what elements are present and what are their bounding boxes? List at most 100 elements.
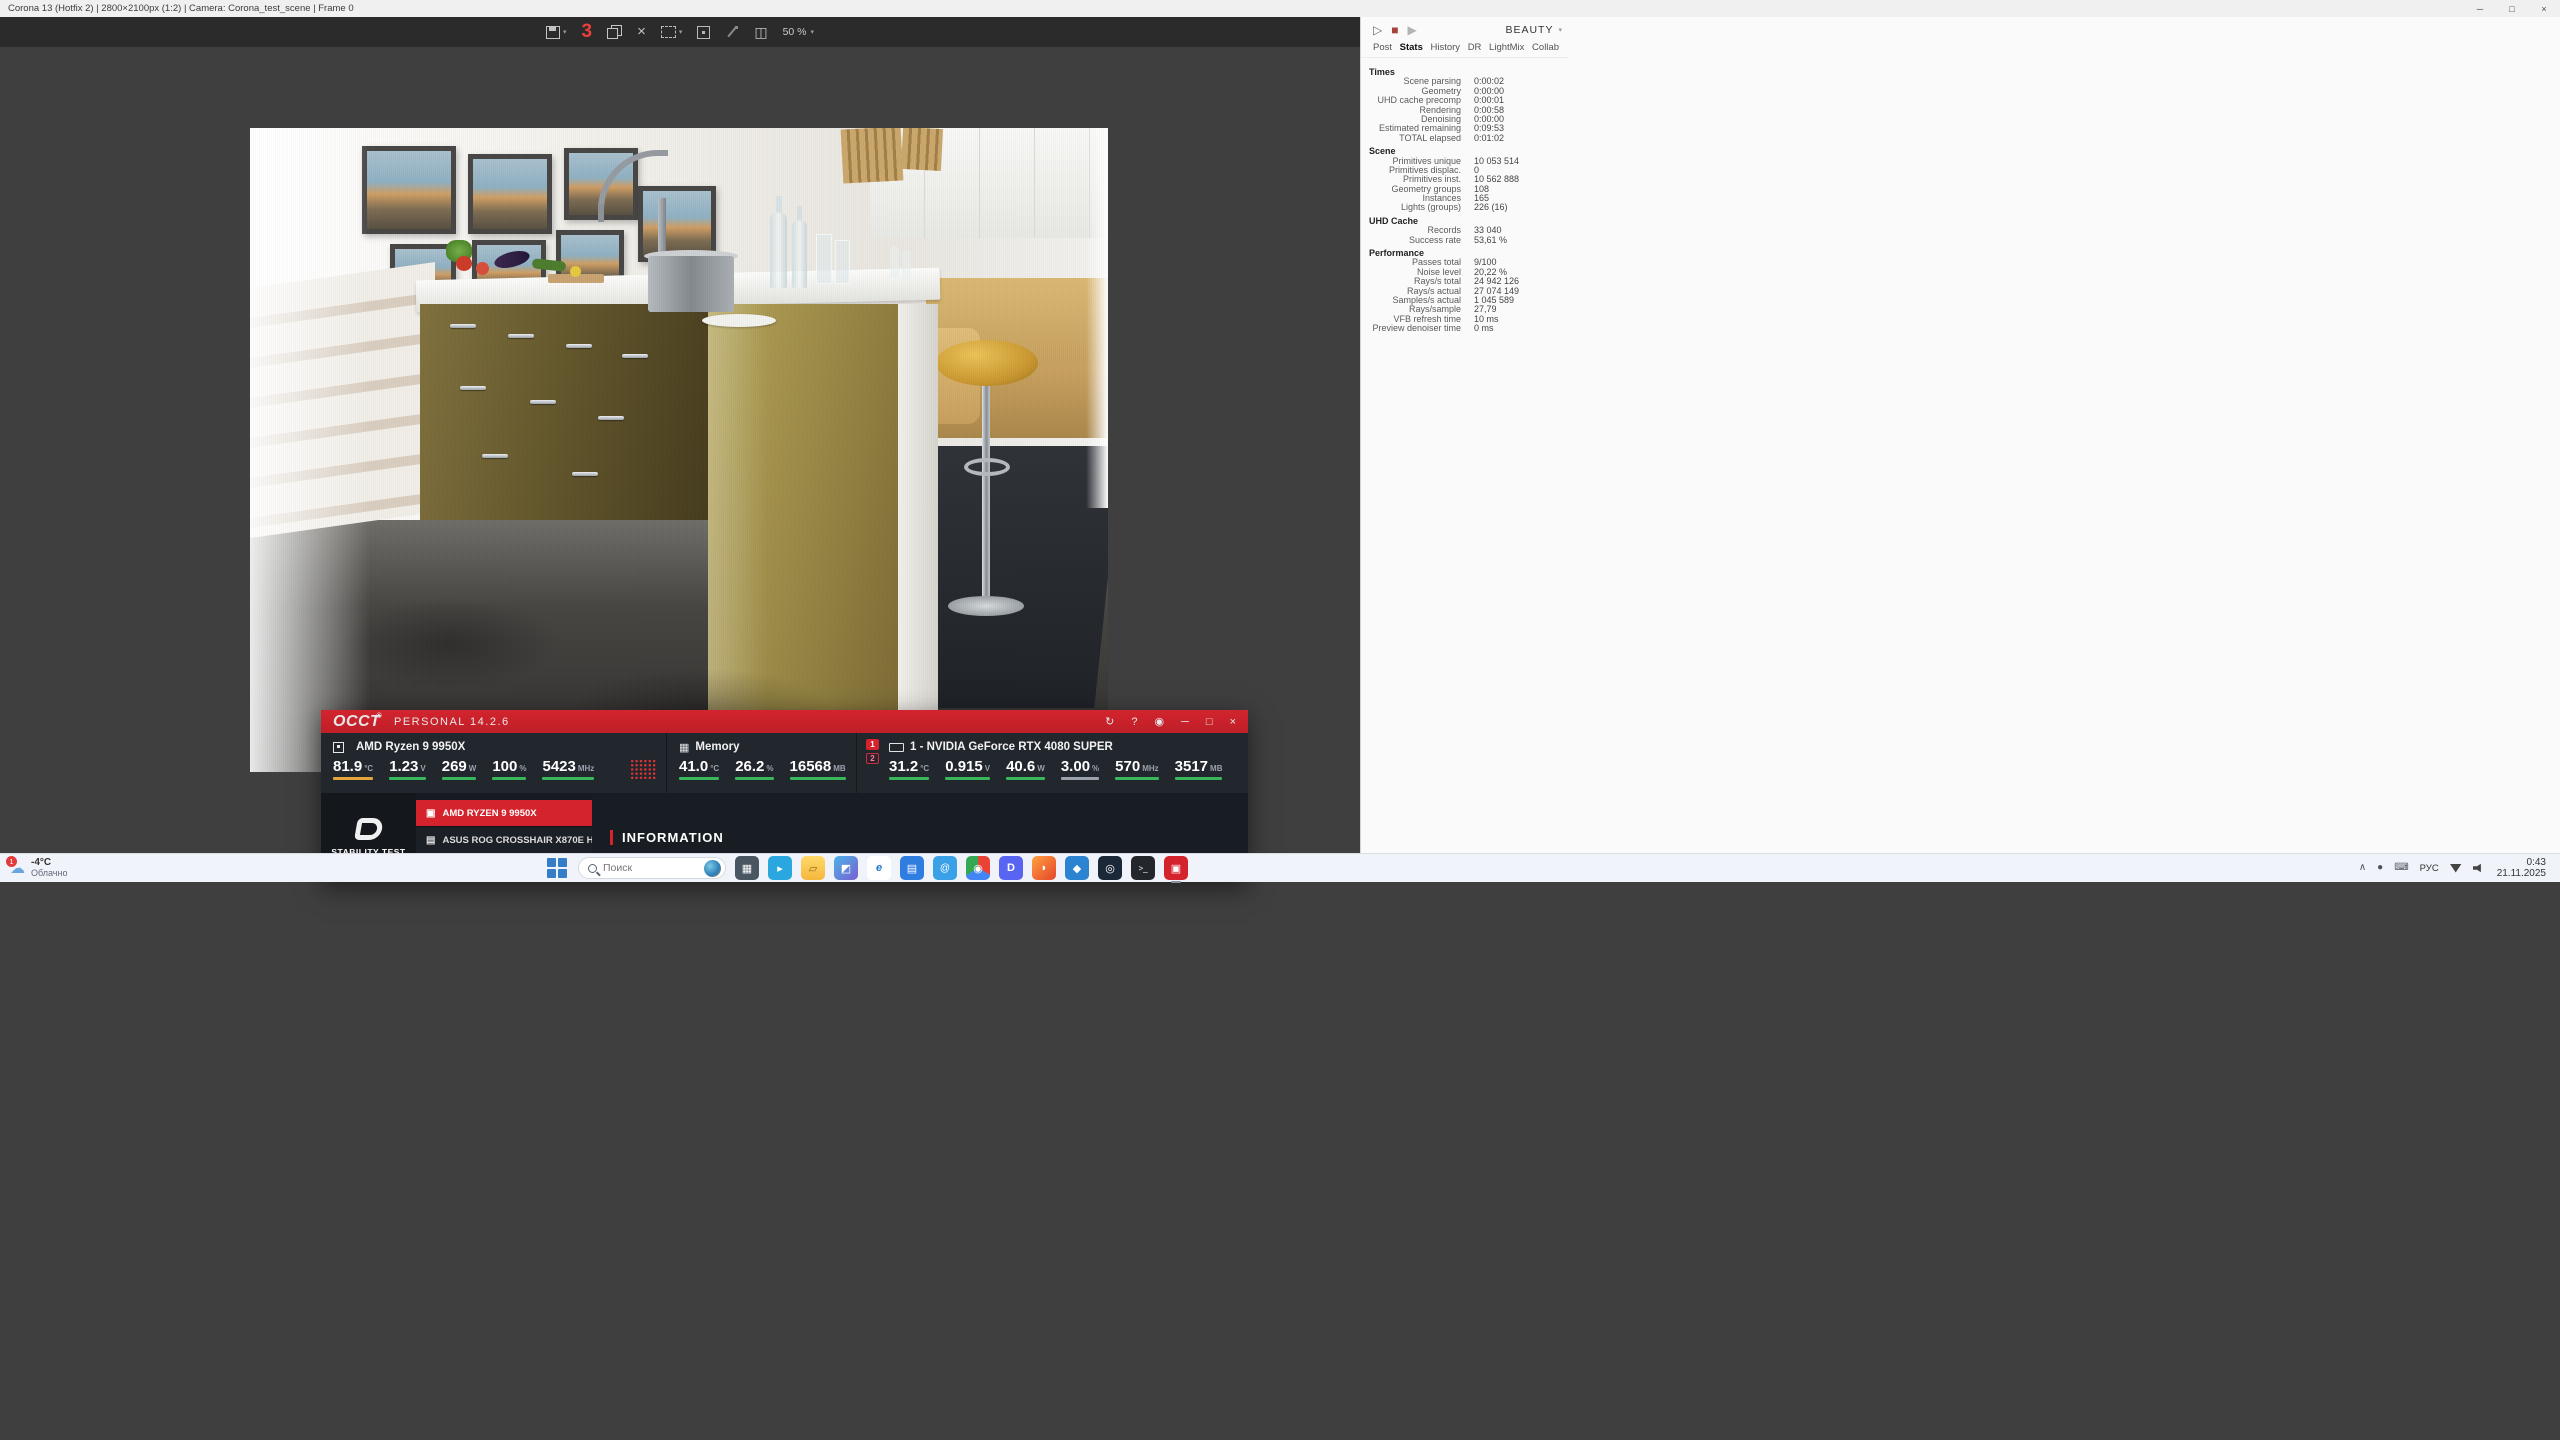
caret-down-icon: ▾ xyxy=(811,28,815,36)
memory-metric: 41.0°C xyxy=(679,758,719,780)
discord-icon[interactable]: D xyxy=(999,856,1023,880)
mail-icon[interactable]: @ xyxy=(933,856,957,880)
close-icon[interactable]: × xyxy=(2528,0,2560,17)
stat-label: Lights (groups) xyxy=(1369,203,1461,213)
vfb-tab[interactable]: DR xyxy=(1468,42,1482,53)
stat-row: Lights (groups) 226 (16) xyxy=(1369,203,2560,212)
stat-value: 10 053 514 xyxy=(1474,157,1519,167)
vfb-tab[interactable]: Collab xyxy=(1532,42,1559,53)
vfb-tab[interactable]: History xyxy=(1431,42,1461,53)
occt-edition-label: PERSONAL 14.2.6 xyxy=(394,716,510,728)
pass-counter: 3 xyxy=(581,21,592,43)
gpu-badge-list: 12 xyxy=(866,739,879,764)
accent-bar xyxy=(610,830,613,845)
stat-row: TOTAL elapsed 0:01:02 xyxy=(1369,134,2560,143)
gpu-badge[interactable]: 1 xyxy=(866,739,879,750)
split-view-icon: ◫ xyxy=(754,25,767,39)
stat-row: Rays/s total 24 942 126 xyxy=(1369,277,2560,286)
occt-taskbar-icon[interactable]: ▣ xyxy=(1164,856,1188,880)
clear-vfb-button[interactable]: × xyxy=(637,25,646,39)
stat-row: Records 33 040 xyxy=(1369,226,2560,235)
maximize-icon[interactable]: □ xyxy=(2496,0,2528,17)
stat-row: Performance xyxy=(1369,249,2560,258)
zoom-level-dropdown[interactable]: 50 %▾ xyxy=(783,26,814,38)
stat-row: UHD cache precomp 0:00:01 xyxy=(1369,96,2560,105)
memory-name: Memory xyxy=(695,741,739,753)
tray-app-icon[interactable]: ● xyxy=(2377,863,2383,873)
start-render-icon[interactable]: ▷ xyxy=(1373,24,1382,36)
telegram-icon[interactable]: ▸ xyxy=(768,856,792,880)
occt-minimize-icon[interactable]: ─ xyxy=(1181,716,1189,728)
region-render-button[interactable]: ▾ xyxy=(661,26,683,38)
keyboard-tray-icon[interactable]: ⌨ xyxy=(2394,863,2408,873)
stat-row: Times xyxy=(1369,68,2560,77)
edge-icon[interactable]: e xyxy=(867,856,891,880)
minimize-icon[interactable]: ─ xyxy=(2464,0,2496,17)
search-daily-image xyxy=(704,860,721,877)
window-title: Corona 13 (Hotfix 2) | 2800×2100px (1:2)… xyxy=(0,3,354,14)
file-explorer-icon[interactable]: ▱ xyxy=(801,856,825,880)
occt-menu-item[interactable]: ▤ ASUS ROG CROSSHAIR X870E HERO xyxy=(416,827,592,854)
duplicate-buffer-button[interactable] xyxy=(607,25,622,39)
desktop: Corona 13 (Hotfix 2) | 2800×2100px (1:2)… xyxy=(0,0,2560,1440)
chrome-icon[interactable]: ◉ xyxy=(966,856,990,880)
metric-bar xyxy=(542,777,594,780)
occt-close-icon[interactable]: × xyxy=(1230,716,1236,728)
cpu-metric: 1.23V xyxy=(389,758,426,780)
resume-render-icon[interactable]: ▶ xyxy=(1407,24,1416,36)
search-box[interactable] xyxy=(578,857,726,879)
wifi-icon[interactable] xyxy=(2450,864,2462,873)
gpu-name: 1 - NVIDIA GeForce RTX 4080 SUPER xyxy=(910,741,1113,753)
stat-value: 226 (16) xyxy=(1474,203,1508,213)
metric-bar xyxy=(442,777,477,780)
occt-menu-item[interactable]: ▣ AMD RYZEN 9 9950X xyxy=(416,800,592,827)
weather-temp: -4°C xyxy=(31,858,67,868)
corona-titlebar: Corona 13 (Hotfix 2) | 2800×2100px (1:2)… xyxy=(0,0,2560,17)
save-image-button[interactable]: ▾ xyxy=(546,26,567,39)
occt-screenshot-icon[interactable]: ◉ xyxy=(1155,715,1165,728)
occt-logo: OCCT® xyxy=(333,713,382,731)
occt-titlebar[interactable]: OCCT® PERSONAL 14.2.6 ↻? ◉ ─ □ × xyxy=(321,710,1248,733)
occt-monitor-strip: AMD Ryzen 9 9950X 81.9°C 1.23V xyxy=(321,733,1248,793)
ab-compare-button[interactable]: ◫ xyxy=(754,25,767,39)
gpu-metric: 570MHz xyxy=(1115,758,1158,780)
volume-icon[interactable] xyxy=(2473,863,2486,873)
vfb-tab[interactable]: Stats xyxy=(1400,42,1423,53)
firefox-icon[interactable]: ◗ xyxy=(1032,856,1056,880)
caret-down-icon: ▾ xyxy=(1558,26,1563,34)
vfb-tab[interactable]: LightMix xyxy=(1489,42,1524,53)
zoom-fit-button[interactable] xyxy=(697,26,710,39)
metric-bar xyxy=(889,777,929,780)
pick-focus-button[interactable] xyxy=(725,25,739,39)
gpu-badge[interactable]: 2 xyxy=(866,753,879,764)
taskbar-center: ▦ ▸ ▱ ◩ e xyxy=(545,854,1188,882)
stat-row: Estimated remaining 0:09:53 xyxy=(1369,124,2560,133)
vscode-icon[interactable]: ◆ xyxy=(1065,856,1089,880)
stat-value: 0:01:02 xyxy=(1474,134,1504,144)
vfb-tab[interactable]: Post xyxy=(1373,42,1392,53)
stat-row: UHD Cache xyxy=(1369,217,2560,226)
search-input[interactable] xyxy=(603,862,698,874)
stop-render-icon[interactable]: ■ xyxy=(1391,24,1398,36)
start-button[interactable] xyxy=(545,856,569,880)
terminal-icon[interactable]: >_ xyxy=(1131,856,1155,880)
steam-icon[interactable]: ◎ xyxy=(1098,856,1122,880)
language-indicator[interactable]: РУС xyxy=(2420,863,2439,874)
occt-maximize-icon[interactable]: □ xyxy=(1206,716,1213,728)
clock[interactable]: 0:43 21.11.2025 xyxy=(2497,857,2546,879)
weather-widget[interactable]: 1 ☁ -4°C Облачно xyxy=(0,854,77,882)
stat-row: Primitives inst. 10 562 888 xyxy=(1369,175,2560,184)
store-icon[interactable]: ▤ xyxy=(900,856,924,880)
metric-bar xyxy=(790,777,846,780)
photos-icon[interactable]: ◩ xyxy=(834,856,858,880)
stat-row: Denoising 0:00:00 xyxy=(1369,115,2560,124)
render-element-dropdown[interactable]: BEAUTY ▾ xyxy=(1505,24,1563,36)
hidden-icons-chevron[interactable]: ∧ xyxy=(2359,863,2366,873)
memory-metric: 26.2% xyxy=(735,758,773,780)
metric-bar xyxy=(945,777,990,780)
stat-row: Primitives displac. 0 xyxy=(1369,166,2560,175)
task-view-icon[interactable]: ▦ xyxy=(735,856,759,880)
occt-help-icon[interactable]: ? xyxy=(1131,716,1137,728)
occt-update-icon[interactable]: ↻ xyxy=(1105,715,1114,728)
render-noise-overlay xyxy=(250,128,1108,772)
